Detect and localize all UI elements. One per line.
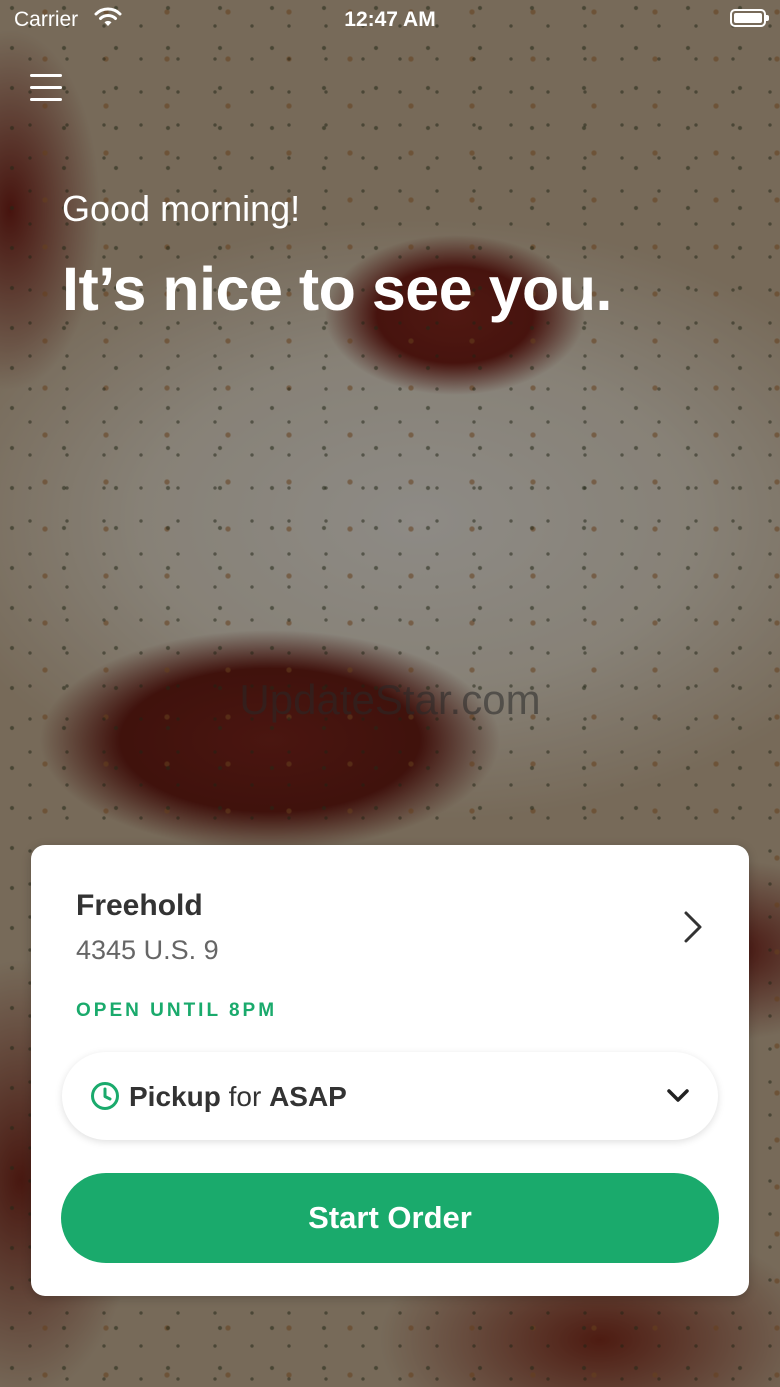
start-order-button[interactable]: Start Order [61,1173,719,1263]
pickup-time-select[interactable]: Pickup for ASAP [62,1052,718,1140]
chevron-right-icon[interactable] [677,907,709,947]
pickup-label: Pickup for ASAP [129,1081,347,1113]
store-card: Freehold 4345 U.S. 9 OPEN UNTIL 8PM Pick… [31,845,749,1296]
hamburger-menu-icon[interactable] [30,74,62,104]
store-name[interactable]: Freehold [76,889,203,923]
status-time: 12:47 AM [344,8,436,31]
order-mode: Pickup [129,1081,221,1112]
greeting-text: Good morning! [62,188,301,229]
battery-icon [730,9,769,27]
status-bar: Carrier 12:47 AM [0,0,780,40]
chevron-down-icon [667,1089,689,1102]
headline-text: It’s nice to see you. [62,255,612,323]
clock-icon [91,1082,119,1110]
open-status: OPEN UNTIL 8PM [76,1000,278,1021]
order-time: ASAP [269,1081,347,1112]
store-address: 4345 U.S. 9 [76,935,219,965]
watermark: UpdateStar.com [239,676,541,723]
order-connector: for [228,1081,262,1112]
